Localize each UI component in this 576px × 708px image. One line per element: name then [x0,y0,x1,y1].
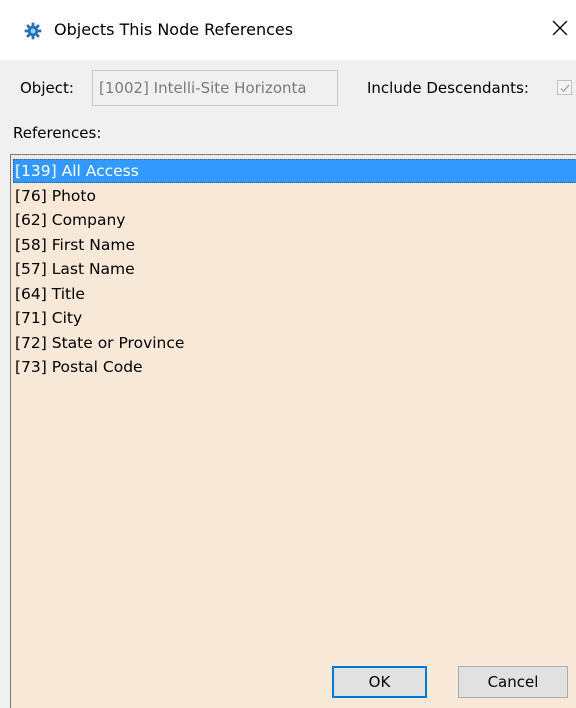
references-list[interactable]: [139] All Access [76] Photo [62] Company [5… [10,154,576,708]
object-label: Object: [20,79,74,97]
cancel-button[interactable]: Cancel [458,666,568,698]
list-item[interactable]: [73] Postal Code [13,355,576,379]
close-icon [552,20,568,40]
list-item[interactable]: [64] Title [13,282,576,306]
checkmark-icon [560,84,570,93]
list-item[interactable]: [62] Company [13,208,576,232]
list-item[interactable]: [58] First Name [13,233,576,257]
object-field[interactable]: [1002] Intelli-Site Horizonta [92,70,338,106]
include-descendants-checkbox[interactable] [557,80,572,95]
window-title: Objects This Node References [54,20,294,39]
list-item[interactable]: [72] State or Province [13,331,576,355]
dialog-window: Objects This Node References Object: [10… [0,0,576,708]
list-item[interactable]: [76] Photo [13,184,576,208]
close-button[interactable] [544,14,576,46]
list-item[interactable]: [57] Last Name [13,257,576,281]
title-bar[interactable]: Objects This Node References [0,0,576,60]
references-label: References: [13,124,102,142]
list-item[interactable]: [71] City [13,306,576,330]
list-item[interactable]: [139] All Access [13,159,576,183]
ok-button[interactable]: OK [332,666,427,698]
include-descendants-label: Include Descendants: [367,79,529,97]
gear-icon [24,22,42,40]
